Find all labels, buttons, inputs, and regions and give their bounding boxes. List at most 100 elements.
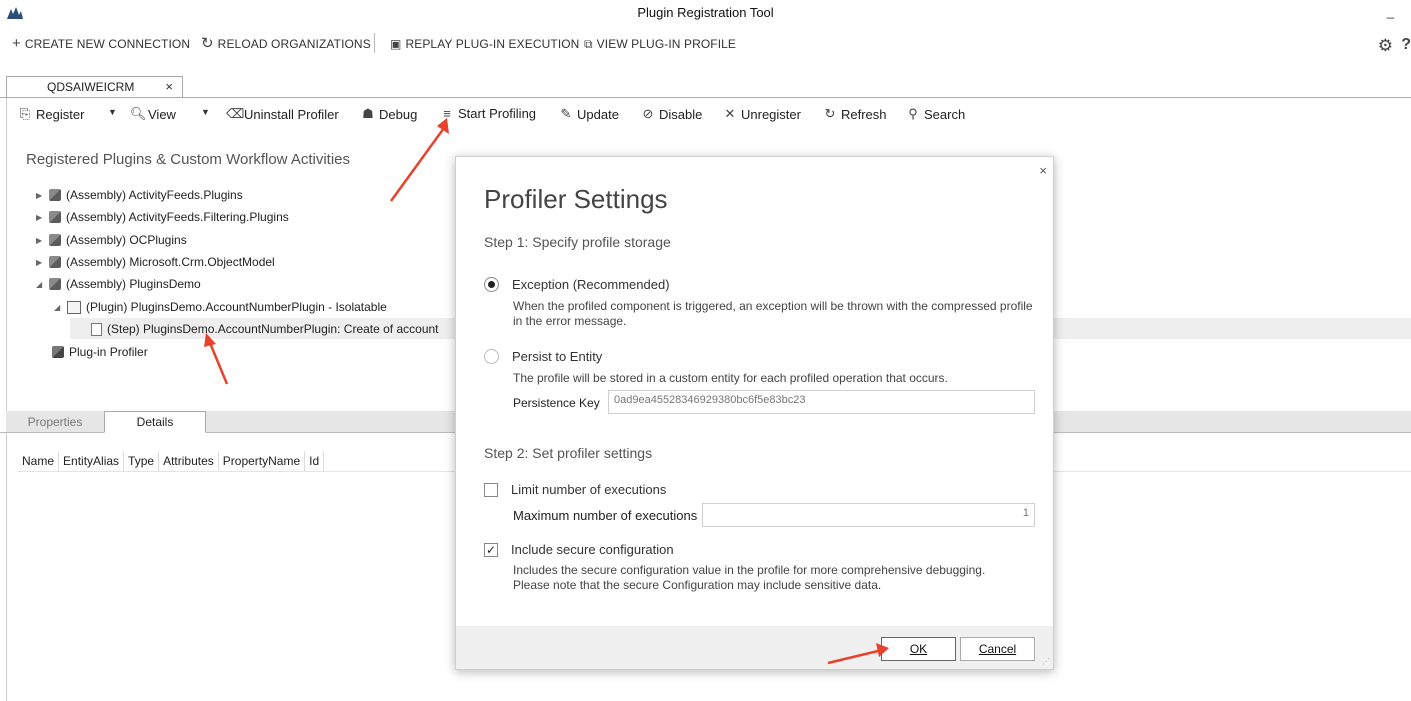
persist-radio[interactable] bbox=[484, 349, 499, 364]
persist-description: The profile will be stored in a custom e… bbox=[513, 371, 948, 385]
dialog-close-icon[interactable]: × bbox=[1039, 163, 1047, 178]
disable-button[interactable]: ⊘ Disable bbox=[641, 106, 703, 122]
refresh-label: Refresh bbox=[841, 106, 887, 122]
help-icon[interactable]: ? bbox=[1401, 36, 1411, 54]
plus-icon: + bbox=[12, 35, 21, 52]
tree-item[interactable]: ◢ (Assembly) PluginsDemo bbox=[36, 277, 201, 291]
unregister-icon: ✕ bbox=[724, 106, 736, 121]
limit-executions-checkbox[interactable] bbox=[484, 482, 498, 497]
max-executions-field[interactable]: 1 bbox=[702, 503, 1035, 527]
dialog-footer: OK Cancel ⋰ bbox=[456, 626, 1053, 669]
secure-config-label: Include secure configuration bbox=[511, 542, 674, 557]
replay-execution-button[interactable]: ▣ REPLAY PLUG-IN EXECUTION bbox=[390, 37, 579, 51]
tree-item-label: (Assembly) Microsoft.Crm.ObjectModel bbox=[66, 255, 275, 269]
assembly-icon bbox=[49, 234, 61, 246]
collapse-icon[interactable]: ◢ bbox=[36, 280, 44, 289]
register-button[interactable]: ⎘ Register bbox=[18, 106, 85, 122]
exception-description: When the profiled component is triggered… bbox=[513, 299, 1033, 328]
persistence-key-field[interactable]: 0ad9ea45528346929380bc6f5e83bc23 bbox=[608, 390, 1035, 414]
secure-config-option[interactable]: ✓ Include secure configuration bbox=[484, 542, 674, 557]
resize-grip-icon[interactable]: ⋰ bbox=[1042, 657, 1050, 666]
register-dropdown-icon[interactable]: ▼ bbox=[108, 107, 117, 117]
debug-button[interactable]: ☗ Debug bbox=[361, 106, 417, 122]
tab-divider bbox=[0, 97, 1411, 98]
tree-item[interactable]: ▶ (Assembly) OCPlugins bbox=[36, 233, 187, 247]
start-profiling-label: Start Profiling bbox=[458, 106, 537, 121]
toolbar-divider bbox=[374, 33, 375, 53]
step-icon bbox=[91, 322, 102, 336]
max-executions-label: Maximum number of executions bbox=[513, 508, 698, 523]
tab-properties[interactable]: Properties bbox=[6, 411, 104, 433]
profiler-settings-dialog: × Profiler Settings Step 1: Specify prof… bbox=[455, 156, 1054, 670]
search-button[interactable]: ⚲ Search bbox=[906, 106, 965, 122]
organization-tab-label: QDSAIWEICRM bbox=[47, 80, 135, 94]
view-profile-icon: ⧉ bbox=[584, 37, 593, 51]
close-tab-icon[interactable]: × bbox=[165, 79, 173, 94]
exception-label: Exception (Recommended) bbox=[512, 277, 670, 292]
expand-icon[interactable]: ▶ bbox=[36, 191, 44, 200]
create-connection-label: CREATE NEW CONNECTION bbox=[24, 37, 191, 51]
cancel-button[interactable]: Cancel bbox=[960, 637, 1035, 661]
view-dropdown-icon[interactable]: ▼ bbox=[201, 107, 210, 117]
column-header[interactable]: EntityAlias bbox=[59, 451, 125, 472]
settings-gear-icon[interactable]: ⚙ bbox=[1378, 36, 1393, 56]
tree-item-label: (Assembly) PluginsDemo bbox=[66, 277, 201, 291]
view-profile-button[interactable]: ⧉ VIEW PLUG-IN PROFILE bbox=[584, 37, 736, 51]
expand-icon[interactable]: ▶ bbox=[36, 236, 44, 245]
step1-heading: Step 1: Specify profile storage bbox=[484, 234, 671, 250]
secure-config-checkbox[interactable]: ✓ bbox=[484, 542, 498, 557]
tree-item[interactable]: Plug-in Profiler bbox=[52, 345, 148, 359]
view-button[interactable]: 🔍︎ View bbox=[130, 106, 176, 122]
step2-heading: Step 2: Set profiler settings bbox=[484, 445, 653, 461]
secure-config-description-line1: Includes the secure configuration value … bbox=[513, 563, 986, 577]
create-connection-button[interactable]: + CREATE NEW CONNECTION bbox=[12, 35, 191, 52]
expand-icon[interactable]: ▶ bbox=[36, 213, 44, 222]
tab-details[interactable]: Details bbox=[104, 411, 206, 433]
persist-label: Persist to Entity bbox=[512, 349, 603, 364]
column-header[interactable]: Name bbox=[18, 451, 60, 472]
refresh-icon: ↻ bbox=[824, 106, 836, 121]
tree-item[interactable]: ▶ (Assembly) ActivityFeeds.Plugins bbox=[36, 188, 243, 202]
assembly-icon bbox=[49, 189, 61, 201]
tree-title: Registered Plugins & Custom Workflow Act… bbox=[26, 151, 351, 168]
tree-item-selected[interactable]: (Step) PluginsDemo.AccountNumberPlugin: … bbox=[91, 322, 439, 336]
tree-item[interactable]: ◢ (Plugin) PluginsDemo.AccountNumberPlug… bbox=[54, 300, 387, 314]
tab-organization[interactable]: QDSAIWEICRM × bbox=[6, 76, 183, 98]
secure-config-description-line2: Please note that the secure Configuratio… bbox=[513, 578, 882, 592]
column-header[interactable]: PropertyName bbox=[219, 451, 306, 472]
limit-executions-option[interactable]: Limit number of executions bbox=[484, 482, 666, 497]
arrow-to-start-profiling bbox=[389, 118, 449, 202]
column-header[interactable]: Attributes bbox=[159, 451, 219, 472]
tree-item-label: (Plugin) PluginsDemo.AccountNumberPlugin… bbox=[86, 300, 387, 314]
panel-border bbox=[6, 98, 7, 701]
exception-option[interactable]: Exception (Recommended) bbox=[484, 277, 670, 292]
tree-item[interactable]: ▶ (Assembly) Microsoft.Crm.ObjectModel bbox=[36, 255, 275, 269]
register-icon: ⎘ bbox=[19, 106, 31, 121]
uninstall-profiler-button[interactable]: ⌫ Uninstall Profiler bbox=[226, 106, 339, 122]
disable-icon: ⊘ bbox=[642, 106, 654, 121]
start-profiling-button[interactable]: ≡ Start Profiling bbox=[440, 106, 536, 121]
plugin-icon bbox=[67, 300, 81, 314]
profiler-icon bbox=[52, 346, 64, 358]
column-header[interactable]: Type bbox=[124, 451, 160, 472]
collapse-icon[interactable]: ◢ bbox=[54, 303, 62, 312]
update-button[interactable]: ✎ Update bbox=[559, 106, 619, 122]
minimize-button[interactable]: _ bbox=[1387, 4, 1394, 19]
window-title: Plugin Registration Tool bbox=[637, 5, 774, 20]
refresh-button[interactable]: ↻ Refresh bbox=[823, 106, 887, 122]
view-profile-label: VIEW PLUG-IN PROFILE bbox=[596, 37, 737, 51]
title-bar: Plugin Registration Tool _ bbox=[0, 0, 1411, 26]
column-header[interactable]: Id bbox=[305, 451, 325, 472]
reload-organizations-button[interactable]: ↻ RELOAD ORGANIZATIONS bbox=[201, 36, 371, 51]
arrow-to-step bbox=[204, 333, 229, 385]
uninstall-profiler-icon: ⌫ bbox=[226, 106, 245, 121]
expand-icon[interactable]: ▶ bbox=[36, 258, 44, 267]
persist-option[interactable]: Persist to Entity bbox=[484, 349, 602, 364]
unregister-button[interactable]: ✕ Unregister bbox=[723, 106, 801, 122]
tree-item[interactable]: ▶ (Assembly) ActivityFeeds.Filtering.Plu… bbox=[36, 210, 289, 224]
exception-radio[interactable] bbox=[484, 277, 499, 292]
ok-button[interactable]: OK bbox=[881, 637, 956, 661]
update-label: Update bbox=[577, 106, 619, 122]
tree-item-label: (Step) PluginsDemo.AccountNumberPlugin: … bbox=[107, 322, 439, 336]
details-grid-header: Name EntityAlias Type Attributes Propert… bbox=[18, 451, 325, 472]
